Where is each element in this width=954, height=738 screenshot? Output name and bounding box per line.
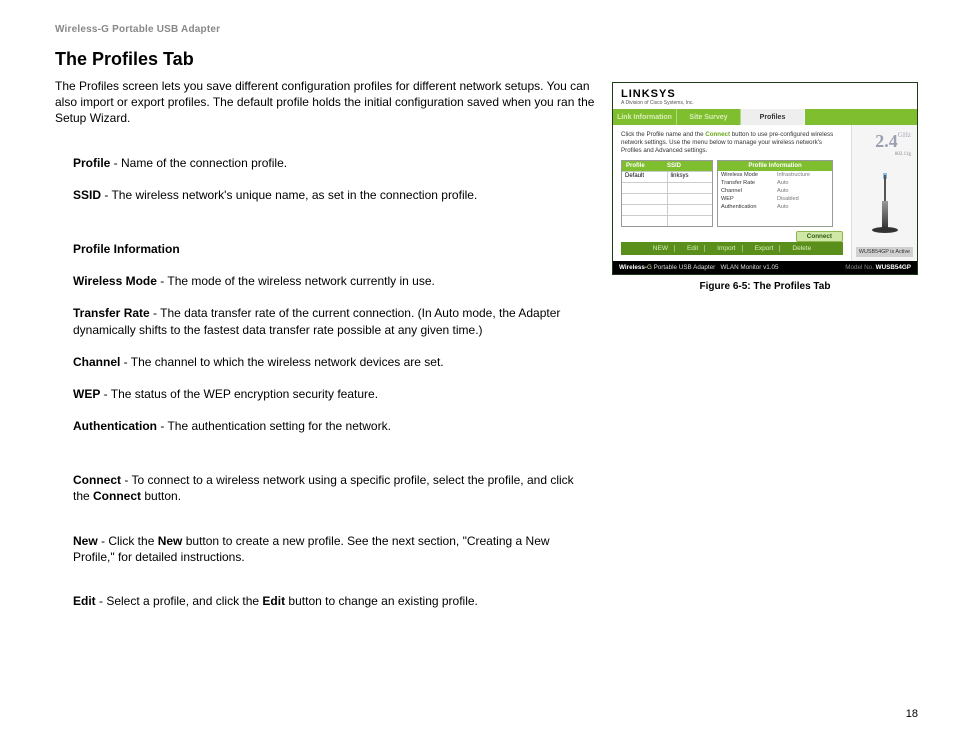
new-bold: New — [158, 534, 183, 548]
adapter-illustration — [864, 173, 906, 233]
running-header: Wireless-G Portable USB Adapter — [55, 24, 918, 35]
footer-model: Model No. WUSB54GP — [845, 264, 911, 271]
tab-spacer — [805, 109, 917, 125]
linksys-logo: LINKSYS — [621, 88, 694, 100]
info-header: Profile Information — [718, 161, 832, 171]
table-row[interactable]: Default linksys — [622, 171, 712, 182]
table-row[interactable] — [622, 193, 712, 204]
tab-link-information[interactable]: Link Information — [613, 109, 677, 125]
profile-info-panel: Profile Information Wireless ModeInfrast… — [717, 160, 833, 227]
app-side-panel: 2.4GHz 802.11g WUSB54GP is Active — [851, 125, 917, 261]
def-connect: Connect - To connect to a wireless netwo… — [73, 472, 593, 504]
table-row[interactable] — [622, 204, 712, 215]
desc: - The wireless network's unique name, as… — [101, 188, 477, 202]
term: Profile — [73, 156, 110, 170]
term: Wireless Mode — [73, 274, 157, 288]
def-new: New - Click the New button to create a n… — [73, 533, 593, 565]
profiles-table: Profile SSID Default linksys — [621, 160, 713, 227]
connect-button[interactable]: Connect — [796, 231, 843, 242]
figure-6-5: LINKSYS A Division of Cisco Systems, Inc… — [612, 82, 918, 292]
app-window: LINKSYS A Division of Cisco Systems, Inc… — [612, 82, 918, 275]
frequency-badge: 2.4GHz 802.11g — [858, 131, 911, 157]
table-row[interactable] — [622, 215, 712, 226]
term: SSID — [73, 188, 101, 202]
tab-bar: Link Information Site Survey Profiles — [613, 109, 917, 125]
tab-profiles[interactable]: Profiles — [741, 109, 805, 125]
def-authentication: Authentication - The authentication sett… — [73, 418, 593, 434]
def-transfer-rate: Transfer Rate - The data transfer rate o… — [73, 305, 593, 337]
term: Transfer Rate — [73, 306, 150, 320]
edit-bold: Edit — [262, 594, 285, 608]
import-button[interactable]: Import — [711, 245, 742, 252]
tables-wrap: Profile SSID Default linksys — [621, 160, 843, 227]
desc: - The status of the WEP encryption secur… — [100, 387, 378, 401]
export-button[interactable]: Export — [749, 245, 781, 252]
desc: - Name of the connection profile. — [110, 156, 287, 170]
manual-page: Wireless-G Portable USB Adapter The Prof… — [0, 0, 954, 738]
info-wep: WEPDisabled — [718, 195, 832, 203]
page-title: The Profiles Tab — [55, 49, 918, 70]
logo-subtitle: A Division of Cisco Systems, Inc. — [621, 100, 694, 106]
desc: - The authentication setting for the net… — [157, 419, 391, 433]
term: Connect — [73, 473, 121, 487]
page-number: 18 — [906, 708, 918, 720]
edit-button[interactable]: Edit — [681, 245, 705, 252]
ghz-unit: GHz — [898, 131, 911, 139]
app-body: Click the Profile name and the Connect b… — [613, 125, 917, 261]
col-profile: Profile — [626, 163, 667, 169]
term: Channel — [73, 355, 120, 369]
status-badge: WUSB54GP is Active — [856, 247, 913, 257]
desc: - The channel to which the wireless netw… — [120, 355, 443, 369]
subheading-profile-info: Profile Information — [73, 241, 593, 257]
app-main-panel: Click the Profile name and the Connect b… — [613, 125, 851, 261]
desc-a: - Click the — [98, 534, 158, 548]
def-channel: Channel - The channel to which the wirel… — [73, 354, 593, 370]
desc-b: button to change an existing profile. — [285, 594, 478, 608]
info-transfer-rate: Transfer RateAuto — [718, 179, 832, 187]
new-button[interactable]: NEW — [647, 245, 675, 252]
cell-profile: Default — [622, 172, 668, 182]
def-profile: Profile - Name of the connection profile… — [73, 155, 593, 171]
definitions-block: Profile - Name of the connection profile… — [73, 155, 593, 610]
delete-button[interactable]: Delete — [786, 245, 817, 252]
ghz-standard: 802.11g — [858, 152, 911, 157]
def-wep: WEP - The status of the WEP encryption s… — [73, 386, 593, 402]
ghz-number: 2.4 — [875, 131, 898, 151]
app-footer: Wireless-G Portable USB Adapter WLAN Mon… — [613, 261, 917, 274]
cell-ssid: linksys — [668, 172, 713, 182]
app-header: LINKSYS A Division of Cisco Systems, Inc… — [613, 83, 917, 109]
desc-a: - Select a profile, and click the — [96, 594, 263, 608]
term: New — [73, 534, 98, 548]
info-channel: ChannelAuto — [718, 187, 832, 195]
connect-bold: Connect — [93, 489, 141, 503]
def-edit: Edit - Select a profile, and click the E… — [73, 593, 593, 609]
profiles-table-header: Profile SSID — [622, 161, 712, 171]
info-authentication: AuthenticationAuto — [718, 203, 832, 211]
intro-paragraph: The Profiles screen lets you save differ… — [55, 78, 595, 127]
term: Edit — [73, 594, 96, 608]
table-row[interactable] — [622, 182, 712, 193]
term: Authentication — [73, 419, 157, 433]
desc: - The mode of the wireless network curre… — [157, 274, 435, 288]
def-ssid: SSID - The wireless network's unique nam… — [73, 187, 593, 203]
footer-brand: Wireless-G Portable USB Adapter WLAN Mon… — [619, 264, 779, 271]
instructions-text: Click the Profile name and the Connect b… — [621, 131, 843, 154]
figure-caption: Figure 6-5: The Profiles Tab — [612, 281, 918, 292]
term: WEP — [73, 387, 100, 401]
instr-a: Click the Profile name and the — [621, 131, 705, 138]
def-wireless-mode: Wireless Mode - The mode of the wireless… — [73, 273, 593, 289]
instr-connect: Connect — [705, 131, 730, 138]
col-ssid: SSID — [667, 163, 708, 169]
tab-site-survey[interactable]: Site Survey — [677, 109, 741, 125]
tail: button. — [141, 489, 181, 503]
heading: Profile Information — [73, 242, 180, 256]
info-wireless-mode: Wireless ModeInfrastructure — [718, 171, 832, 179]
action-bar: NEW Edit Import Export Delete — [621, 242, 843, 255]
